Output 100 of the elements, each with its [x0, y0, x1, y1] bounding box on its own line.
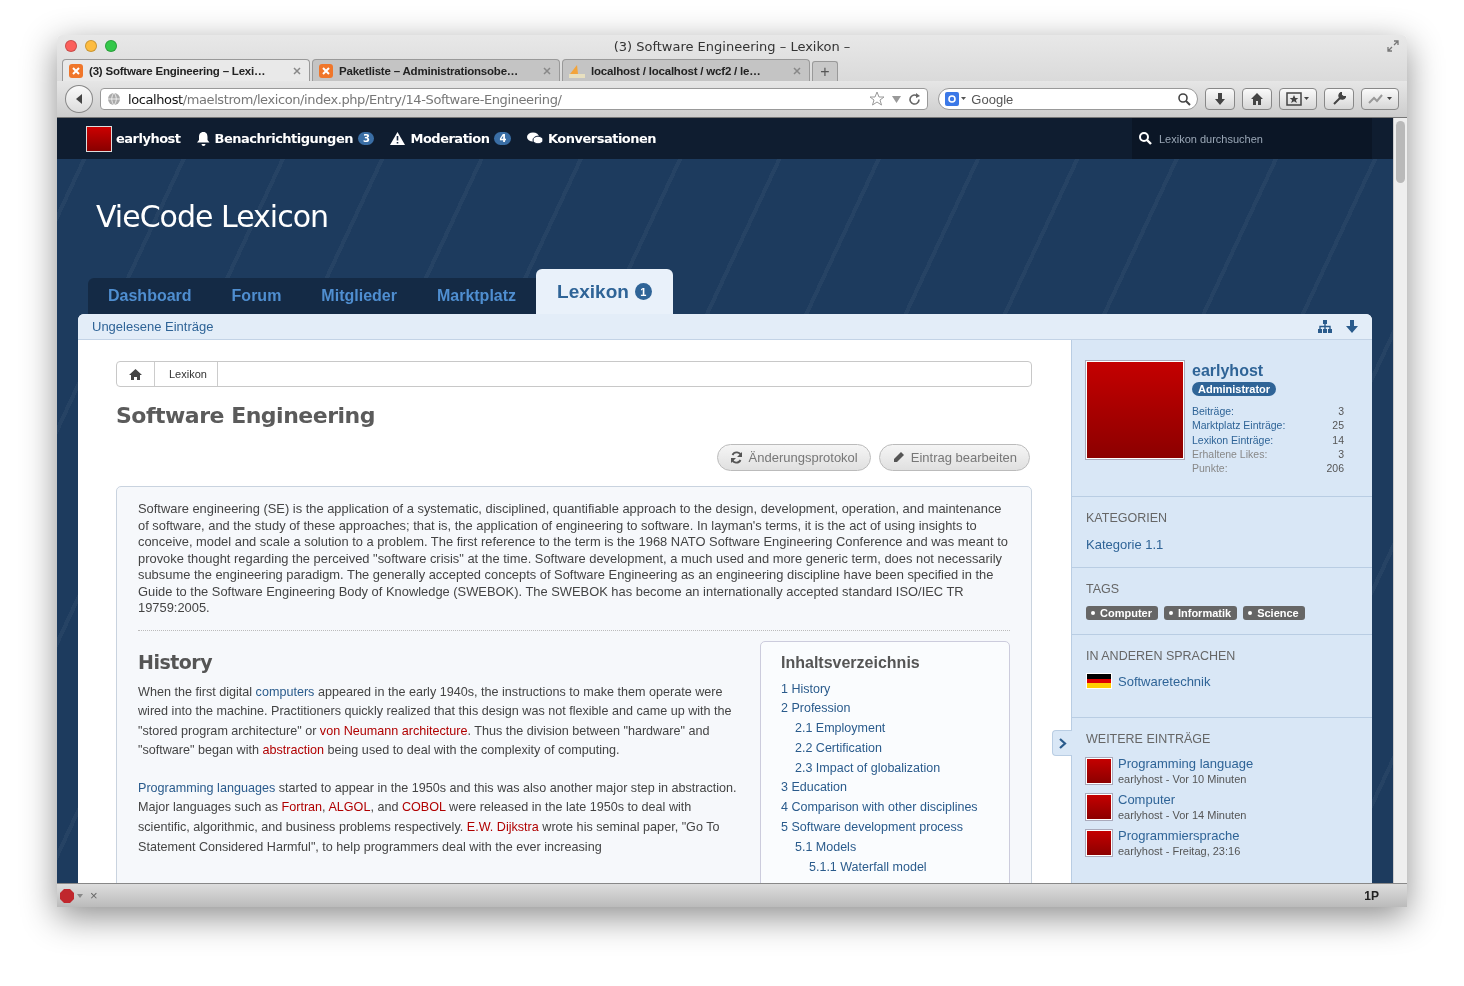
tab-title: Paketliste – Administrationsobe…	[339, 64, 520, 77]
entry-meta: earlyhost - Freitag, 23:16	[1118, 845, 1241, 858]
home-icon[interactable]	[129, 368, 142, 380]
home-button[interactable]	[1242, 88, 1273, 110]
edit-button[interactable]: Eintrag bearbeiten	[878, 444, 1030, 471]
breadcrumb-link[interactable]: Lexikon	[155, 362, 218, 386]
submenu-link[interactable]: Ungelesene Einträge	[92, 319, 214, 334]
stat-value: 25	[1332, 418, 1344, 433]
url-text: localhost/maelstrom/lexicon/index.php/Entry/14-Software-Engineering/	[128, 91, 563, 107]
tag[interactable]: Informatik	[1163, 606, 1238, 621]
site-title[interactable]: VieCode Lexicon	[96, 199, 1372, 234]
search-icon	[1139, 132, 1152, 145]
nav-link[interactable]: Moderation 4	[390, 131, 511, 146]
download-button[interactable]	[1205, 88, 1236, 110]
search-bar[interactable]: Lexikon durchsuchen	[1132, 118, 1372, 159]
stat-label[interactable]: Lexikon Einträge:	[1192, 432, 1274, 447]
window-title: (3) Software Engineering – Lexikon –	[613, 38, 851, 54]
close-button[interactable]	[65, 40, 77, 52]
search-bar[interactable]: Google	[938, 88, 1199, 110]
entry-link[interactable]: Programmiersprache	[1118, 828, 1241, 844]
entry-thumbnail[interactable]	[1086, 830, 1112, 857]
link[interactable]: E.W. Dijkstra	[466, 820, 539, 835]
toc-link[interactable]: 5 Software development process	[781, 818, 964, 837]
nav-link[interactable]: Benachrichtigungen 3	[196, 131, 375, 146]
zoom-button[interactable]	[105, 40, 117, 52]
new-tab-button[interactable]: +	[812, 61, 838, 81]
collapse-sidebar-button[interactable]	[1052, 730, 1072, 756]
stat-label[interactable]: Marktplatz Einträge:	[1192, 418, 1286, 433]
nav-link[interactable]: Konversationen	[526, 131, 657, 146]
browser-tab[interactable]: (3) Software Engineering – Lexi…	[62, 59, 310, 81]
wrench-icon	[1332, 92, 1347, 106]
entry-thumbnail[interactable]	[1086, 758, 1112, 785]
count-badge: 4	[494, 132, 511, 145]
warning-icon	[390, 132, 406, 145]
stat-value: 206	[1326, 461, 1344, 476]
section-heading: TAGS	[1086, 582, 1121, 597]
browser-tab[interactable]: localhost / localhost / wcf2 / le…	[562, 59, 810, 81]
reload-icon[interactable]	[908, 92, 922, 106]
dropdown-arrow-icon[interactable]	[892, 95, 902, 103]
intro-paragraph: Software engineering (SE) is the application of a systematic, disciplined, quantifiable approach to the design, development, operation, and maintenance of software, and the study of these approaches; that is, the application of engineering to software. In layman's terms, it is the act of using insights to conceive, model and scale a solution to a problem. The first reference to the term is the 1968 NATO Software Engineering Conference and was meant to provoke thought regarding the perceived "software crisis" at the time. Software development, a much used and more generic term, does not necessarily subsume the engineering paradigm. The generally accepted concepts of Software Engineering as an engineering discipline have been specified in the Guide to the Software Engineering Body of Knowledge (SWEBOK). The SWEBOK has become an internationally accepted standard ISO/IEC TR 19759:2005.	[138, 501, 1010, 631]
bookmark-star-icon[interactable]	[869, 91, 886, 107]
entry-thumbnail[interactable]	[1086, 794, 1112, 821]
stat-label[interactable]: Beiträge:	[1192, 404, 1235, 419]
category-link[interactable]: Kategorie 1.1	[1086, 537, 1164, 553]
link[interactable]: Programming languages	[138, 780, 276, 795]
link[interactable]: von Neumann architecture	[319, 723, 468, 738]
link[interactable]: abstraction	[262, 743, 325, 758]
app-favicon-icon	[69, 63, 83, 78]
tab-title: (3) Software Engineering – Lexi…	[89, 64, 267, 77]
toc-title: Inhaltsverzeichnis	[781, 653, 921, 672]
username-link[interactable]: earlyhost	[1192, 362, 1264, 380]
toc-link[interactable]: 5.1 Models	[795, 837, 857, 857]
scrollbar-thumb[interactable]	[1396, 121, 1405, 183]
toc-link[interactable]: 2.1 Employment	[795, 719, 886, 738]
sitemap-icon[interactable]	[1318, 320, 1332, 333]
avatar-image[interactable]	[1086, 361, 1184, 459]
toc-link[interactable]: 2.2 Certification	[795, 738, 882, 758]
link[interactable]: computers	[255, 684, 315, 699]
scrollbar[interactable]	[1393, 118, 1407, 883]
nav-tab[interactable]: Forum	[211, 278, 302, 314]
user-link[interactable]: earlyhost	[116, 131, 181, 146]
tag[interactable]: Science	[1243, 606, 1305, 621]
bookmarks-button[interactable]	[1279, 88, 1318, 110]
search-input[interactable]: Lexikon durchsuchen	[1159, 132, 1359, 145]
stat-value: 14	[1332, 432, 1344, 447]
wrench-button[interactable]	[1324, 88, 1355, 110]
nav-tab[interactable]: Marktplatz	[416, 278, 537, 314]
address-bar[interactable]: localhost/maelstrom/lexicon/index.php/Entry/14-Software-Engineering/	[100, 88, 929, 110]
app-favicon-icon	[319, 63, 333, 78]
toc-link[interactable]: 2.3 Impact of globalization	[795, 758, 941, 778]
browser-tab[interactable]: Paketliste – Administrationsobe…	[312, 59, 560, 81]
tag[interactable]: Computer	[1086, 606, 1158, 621]
history-button[interactable]: Änderungsprotokol	[716, 444, 871, 471]
toc-link[interactable]: 4 Comparison with other disciplines	[781, 798, 978, 818]
user-avatar[interactable]	[86, 125, 112, 152]
nav-tab[interactable]: Lexikon 1	[536, 269, 673, 314]
toc-link[interactable]: 1 History	[781, 679, 831, 699]
arrow-down-icon[interactable]	[1346, 320, 1358, 333]
bell-icon	[196, 131, 210, 146]
close-tab-icon[interactable]	[293, 66, 301, 75]
back-button[interactable]	[65, 85, 93, 113]
toc-link[interactable]: 3 Education	[781, 778, 848, 798]
search-engine-icon[interactable]	[945, 92, 968, 106]
link[interactable]: COBOL	[401, 800, 446, 815]
stop-sign-icon[interactable]	[60, 888, 84, 903]
extension-button[interactable]	[1361, 88, 1399, 110]
search-icon[interactable]	[1178, 92, 1192, 106]
close-icon[interactable]: ×	[90, 888, 98, 903]
toc-link[interactable]: 2 Profession	[781, 699, 851, 719]
nav-tab[interactable]: Dashboard	[88, 278, 212, 314]
page-title: Software Engineering	[116, 403, 376, 428]
toc-link[interactable]: 5.1.1 Waterfall model	[809, 857, 927, 877]
nav-tab[interactable]: Mitglieder	[301, 278, 417, 314]
count-badge: 3	[358, 132, 375, 145]
language-link[interactable]: Softwaretechnik	[1118, 674, 1211, 689]
entry-link[interactable]: Programming language	[1118, 756, 1254, 772]
chevron-right-icon	[1058, 737, 1067, 749]
pencil-icon	[891, 451, 905, 464]
entry-link[interactable]: Computer	[1118, 792, 1247, 808]
fullscreen-icon[interactable]	[1387, 40, 1399, 52]
